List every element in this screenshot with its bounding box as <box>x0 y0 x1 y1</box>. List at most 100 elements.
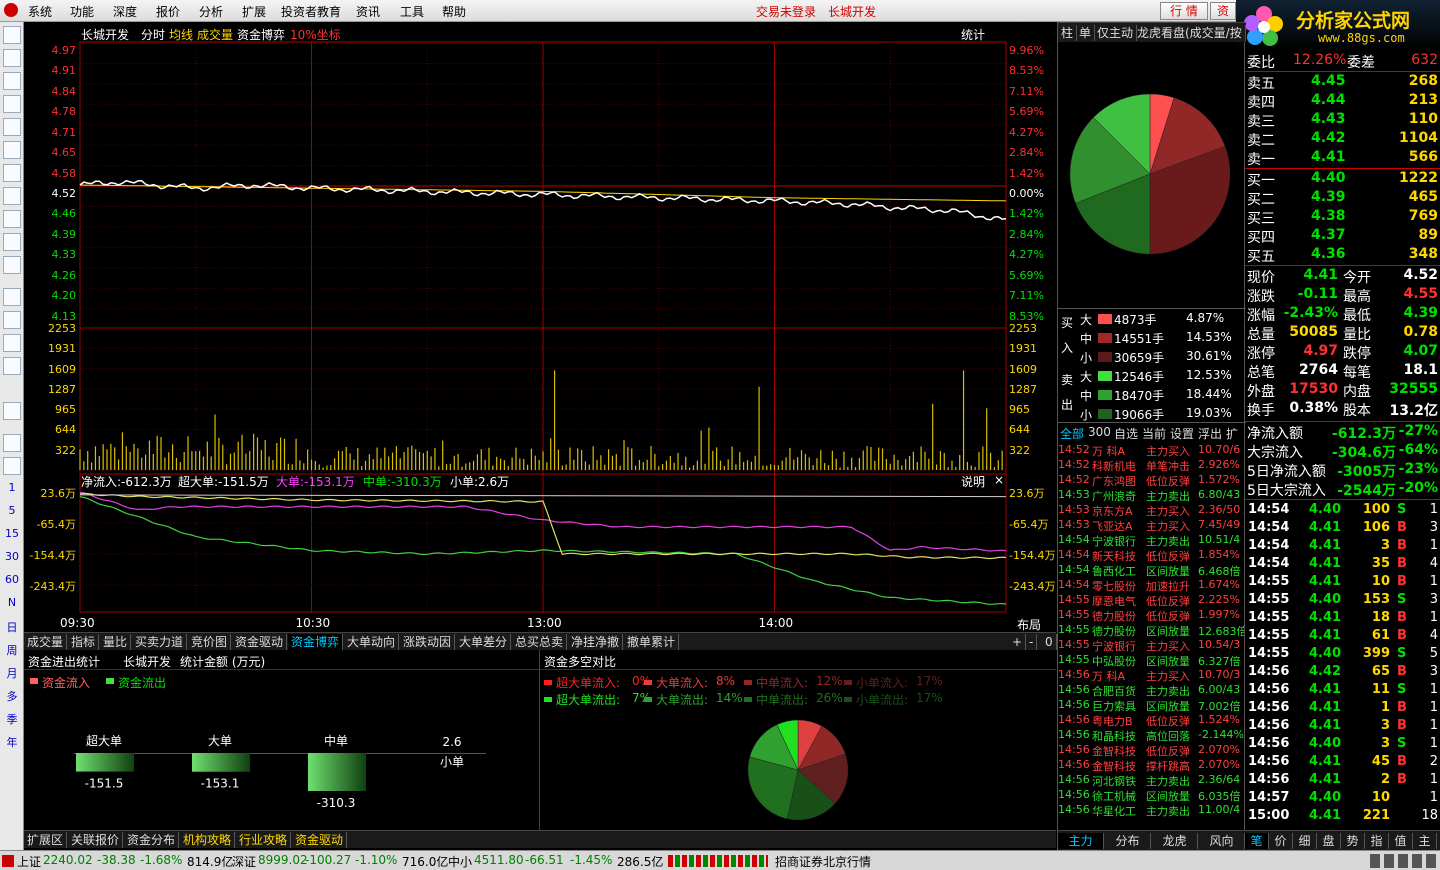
tick-tab[interactable]: 盘 <box>1317 833 1341 849</box>
news-row[interactable]: 14:56 金智科技 撑杆跳高 2.070% <box>1058 758 1244 773</box>
news-row[interactable]: 14:56 和晶科技 高位回落 -2.144% <box>1058 728 1244 743</box>
toolbar-report-icon[interactable] <box>3 26 21 44</box>
period-5min[interactable]: 5 <box>0 504 24 517</box>
toolbar-f5-icon[interactable] <box>3 434 21 452</box>
menu-extend[interactable]: 扩展 <box>242 3 266 20</box>
toolbar-list-icon[interactable] <box>3 49 21 67</box>
bigorder-tab[interactable]: 柱 <box>1058 25 1078 41</box>
news-tab[interactable]: 风向 <box>1199 833 1245 849</box>
news-filter-item[interactable]: 自选 <box>1114 425 1138 442</box>
menu-depth[interactable]: 深度 <box>113 3 137 20</box>
indicator-tab[interactable]: 竞价图 <box>188 634 232 650</box>
toolbar-pen-icon[interactable] <box>3 402 21 420</box>
indicator-tab[interactable]: 量比 <box>100 634 132 650</box>
news-filter-item[interactable]: 全部 <box>1060 425 1084 442</box>
tick-tab[interactable]: 笔 <box>1245 833 1269 849</box>
indicator-tab[interactable]: 总买总卖 <box>512 634 568 650</box>
news-row[interactable]: 14:52 广东鸿图 低位反弹 1.572% <box>1058 473 1244 488</box>
toolbar-refresh-icon[interactable] <box>3 457 21 475</box>
indicator-tab[interactable]: 涨跌动因 <box>400 634 456 650</box>
extension-tab[interactable]: 行业攻略 <box>236 832 292 848</box>
menu-quote[interactable]: 报价 <box>156 3 180 20</box>
tick-tab[interactable]: 价 <box>1269 833 1293 849</box>
news-filter-item[interactable]: 扩 <box>1226 425 1238 442</box>
toolbar-search-icon[interactable] <box>3 256 21 274</box>
indicator-tab[interactable]: 资金博弈 <box>288 634 344 650</box>
layout-button[interactable]: 布局 <box>1017 616 1041 633</box>
news-row[interactable]: 14:54 宁波银行 主力卖出 10.51/4 <box>1058 533 1244 548</box>
toolbar-news-icon[interactable] <box>3 164 21 182</box>
toolbar-kline-icon[interactable] <box>3 95 21 113</box>
trade-button[interactable]: 资 <box>1210 2 1236 20</box>
news-row[interactable]: 14:56 合肥百货 主力卖出 6.00/43 <box>1058 683 1244 698</box>
news-row[interactable]: 14:55 摩恩电气 低位反弹 2.225% <box>1058 593 1244 608</box>
period-quarter[interactable]: 季 <box>0 711 24 727</box>
news-row[interactable]: 14:53 京东方A 主力买入 2.36/50 <box>1058 503 1244 518</box>
login-status[interactable]: 交易未登录 <box>756 3 816 20</box>
bigorder-tab[interactable]: 龙虎看盘(成交量/按 <box>1134 25 1246 41</box>
extension-tab[interactable]: 资金分布 <box>124 832 180 848</box>
news-row[interactable]: 14:54 鲁西化工 区间放量 6.468倍 <box>1058 563 1244 578</box>
tick-tab[interactable]: 势 <box>1341 833 1365 849</box>
news-filter-item[interactable]: 当前 <box>1142 425 1166 442</box>
tick-tab[interactable]: 细 <box>1293 833 1317 849</box>
period-multi[interactable]: 多 <box>0 688 24 704</box>
intraday-chart-canvas[interactable] <box>24 22 1056 632</box>
intraday-chart[interactable]: 长城开发 分时 均线 成交量 资金博弈 10%坐标 统计 净流入:-612.3万… <box>24 22 1056 632</box>
news-row[interactable]: 14:55 德力股份 区间放量 12.683倍 <box>1058 623 1244 638</box>
menu-analysis[interactable]: 分析 <box>199 3 223 20</box>
extension-tab[interactable]: 关联报价 <box>68 832 124 848</box>
news-filter-item[interactable]: 300 <box>1088 425 1111 439</box>
news-row[interactable]: 14:56 巨力索具 区间放量 7.002倍 <box>1058 698 1244 713</box>
news-row[interactable]: 14:54 新天科技 低位反弹 1.854% <box>1058 548 1244 563</box>
tick-tab[interactable]: 值 <box>1389 833 1413 849</box>
news-row[interactable]: 14:56 万 科A 主力买入 10.70/3 <box>1058 668 1244 683</box>
toolbar-compare-icon[interactable] <box>3 334 21 352</box>
period-30min[interactable]: 30 <box>0 550 24 563</box>
news-row[interactable]: 14:53 广州浪奇 主力卖出 6.80/43 <box>1058 488 1244 503</box>
toolbar-wave-icon[interactable] <box>3 311 21 329</box>
chart-stat-button[interactable]: 统计 <box>961 26 985 43</box>
news-row[interactable]: 14:55 宁波银行 主力买入 10.54/3 <box>1058 638 1244 653</box>
news-row[interactable]: 14:56 华星化工 主力卖出 11.00/4 <box>1058 803 1244 818</box>
toolbar-percent-icon[interactable] <box>3 357 21 375</box>
tab-add-icon[interactable]: + <box>1009 634 1027 650</box>
menu-help[interactable]: 帮助 <box>442 3 466 20</box>
indicator-tab[interactable]: 大单差分 <box>456 634 512 650</box>
tick-tab[interactable]: 主 <box>1413 833 1437 849</box>
chart-game-label[interactable]: 资金博弈 <box>237 26 285 43</box>
indicator-tab[interactable]: 净挂净撤 <box>568 634 624 650</box>
toolbar-trend-icon[interactable] <box>3 288 21 306</box>
indicator-tab[interactable]: 资金驱动 <box>232 634 288 650</box>
news-row[interactable]: 14:55 德力股份 低位反弹 1.997% <box>1058 608 1244 623</box>
news-tab[interactable]: 主力 <box>1058 833 1104 849</box>
chart-avg-line-label[interactable]: 均线 <box>169 26 193 43</box>
menu-news[interactable]: 资讯 <box>356 3 380 20</box>
news-row[interactable]: 14:54 零七股份 加速拉升 1.674% <box>1058 578 1244 593</box>
toolbar-doc-icon[interactable] <box>3 187 21 205</box>
period-1min[interactable]: 1 <box>0 481 24 494</box>
toolbar-fiz-icon[interactable] <box>3 210 21 228</box>
indicator-tab[interactable]: 撤单累计 <box>624 634 680 650</box>
quote-button[interactable]: 行 情 <box>1160 2 1208 20</box>
period-day[interactable]: 日 <box>0 619 24 635</box>
news-filter-item[interactable]: 设置 <box>1170 425 1194 442</box>
toolbar-formula-icon[interactable] <box>3 233 21 251</box>
news-row[interactable]: 14:56 河北钢铁 主力卖出 2.36/64 <box>1058 773 1244 788</box>
news-filter-item[interactable]: 浮出 <box>1198 425 1222 442</box>
indicator-tab[interactable]: 买卖力道 <box>132 634 188 650</box>
toolbar-line-chart-icon[interactable] <box>3 72 21 90</box>
tick-tab[interactable]: 指 <box>1365 833 1389 849</box>
extension-tab[interactable]: 扩展区 <box>24 832 68 848</box>
chart-volume-label[interactable]: 成交量 <box>197 26 233 43</box>
period-60min[interactable]: 60 <box>0 573 24 586</box>
news-tab[interactable]: 分布 <box>1105 833 1151 849</box>
period-month[interactable]: 月 <box>0 665 24 681</box>
news-row[interactable]: 14:52 万 科A 主力买入 10.70/6 <box>1058 443 1244 458</box>
period-n[interactable]: N <box>0 596 24 609</box>
news-row[interactable]: 14:52 科新机电 单笔冲击 2.926% <box>1058 458 1244 473</box>
news-row[interactable]: 14:56 粤电力B 低位反弹 1.524% <box>1058 713 1244 728</box>
fund-close-icon[interactable]: × <box>994 473 1004 487</box>
period-week[interactable]: 周 <box>0 642 24 658</box>
menu-system[interactable]: 系统 <box>28 3 52 20</box>
